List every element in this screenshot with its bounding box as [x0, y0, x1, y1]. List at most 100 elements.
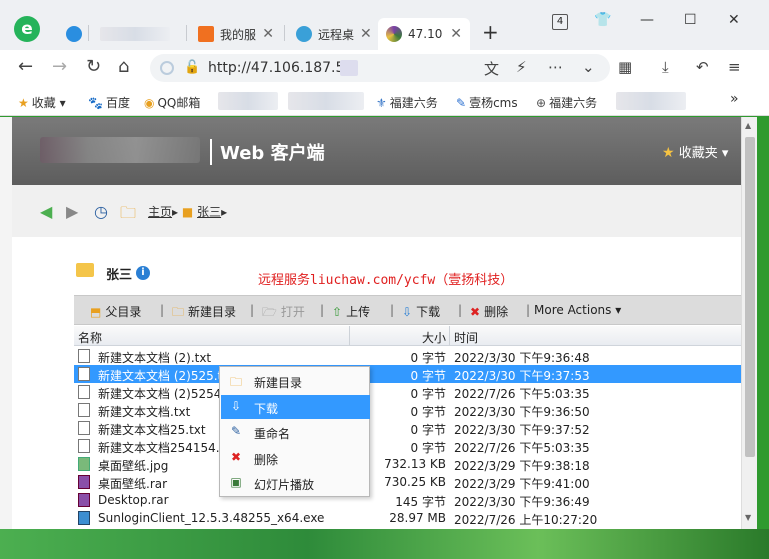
url-bar[interactable]: 🔓 http://47.106.187.5: [150, 54, 610, 82]
upload-button[interactable]: ⇧ 上传: [332, 303, 370, 320]
delete-button[interactable]: ✖ 删除: [470, 303, 508, 320]
navigation-toolbar: ◀ ▶ ◷ 🗀 主页▸ ■ 张三▸: [12, 185, 741, 237]
scroll-up-icon[interactable]: ▲: [745, 121, 751, 130]
back-button[interactable]: ←: [18, 56, 33, 77]
context-menu-item[interactable]: 🗀 新建目录: [221, 369, 370, 393]
more-actions-button[interactable]: More Actions ▾: [534, 303, 621, 317]
file-name: 桌面壁纸.jpg: [98, 459, 169, 473]
favorites-menu[interactable]: ★ 收藏夹 ▾: [662, 142, 728, 161]
close-icon[interactable]: ✕: [450, 26, 462, 42]
table-row[interactable]: 新建文本文档 (2).txt 0 字节 2022/3/30 下午9:36:48: [74, 347, 741, 365]
bookmark-favorites[interactable]: ★ 收藏 ▾: [18, 94, 66, 111]
bookmark-fujian-2[interactable]: ⊕ 福建六务: [536, 94, 597, 111]
bookmark-baidu[interactable]: 🐾 百度: [88, 94, 130, 111]
table-row[interactable]: 新建文本文档.txt 0 字节 2022/3/30 下午9:36:50: [74, 401, 741, 419]
forward-button[interactable]: →: [52, 56, 67, 77]
txt-file-icon: [78, 385, 90, 399]
table-row[interactable]: 新建文本文档254154.txt 0 字节 2022/7/26 下午5:03:35: [74, 437, 741, 455]
tab-label: 远程桌: [318, 27, 355, 42]
table-row[interactable]: 新建文本文档25.txt 0 字节 2022/3/30 下午9:37:52: [74, 419, 741, 437]
close-window-button[interactable]: ✕: [728, 12, 740, 28]
more-dots-icon[interactable]: ⋯: [548, 58, 563, 76]
context-menu: 🗀 新建目录 ⇩ 下载 ✎ 重命名 ✖ 删除 ▣ 幻灯片播放: [219, 366, 370, 497]
breadcrumb-home[interactable]: 主页: [148, 205, 172, 219]
undo-icon[interactable]: ↶: [696, 58, 709, 76]
scrollbar-thumb[interactable]: [745, 137, 755, 457]
download-button[interactable]: ⇩ 下载: [402, 303, 440, 320]
tab-label: 47.10: [408, 27, 443, 41]
bookmark-fujian-1[interactable]: ⚜ 福建六务: [376, 94, 438, 111]
txt-file-icon: [78, 403, 90, 417]
shirt-skin-icon[interactable]: 👕: [594, 12, 611, 28]
close-icon[interactable]: ✕: [262, 26, 274, 42]
file-time: 2022/3/30 下午9:36:48: [454, 351, 590, 365]
url-text[interactable]: http://47.106.187.5: [208, 60, 344, 76]
download-icon[interactable]: ⤓: [662, 58, 669, 76]
tab-my-server[interactable]: 我的服 ✕: [190, 18, 282, 50]
favorites-label: 收藏夹: [678, 146, 718, 161]
context-menu-item[interactable]: ✎ 重命名: [221, 420, 370, 444]
txt-file-icon: [78, 367, 90, 381]
file-toolbar: ⬒ 父目录 | 🗀 新建目录 | 🗁 打开 | ⇧ 上传 | ⇩ 下载 | ✖ 删除 | M…: [74, 295, 741, 325]
lightning-icon[interactable]: ⚡: [516, 58, 527, 76]
table-row[interactable]: 新建文本文档 (2)525.txt 0 字节 2022/3/30 下午9:37:53: [74, 365, 741, 383]
context-menu-item[interactable]: ⇩ 下载: [221, 394, 370, 419]
history-clock-icon[interactable]: ◷: [94, 202, 108, 221]
bookmark-icon: ✎: [456, 96, 467, 110]
bookmark-yiyang-cms[interactable]: ✎ 壹杨cms: [456, 94, 518, 111]
tab-blurred[interactable]: [92, 18, 184, 50]
insecure-lock-icon[interactable]: 🔓: [184, 60, 200, 75]
context-menu-label: 删除: [254, 452, 279, 467]
tab-active-server[interactable]: 47.10 ✕: [378, 18, 470, 50]
reload-button[interactable]: ↻: [86, 56, 101, 77]
page-scrollbar[interactable]: ▲ ▼: [741, 117, 757, 529]
minimize-button[interactable]: —: [640, 12, 654, 28]
tab-remote-desktop[interactable]: 远程桌 ✕: [288, 18, 374, 50]
bookmarks-overflow-button[interactable]: »: [730, 91, 739, 107]
translate-icon[interactable]: 文: [484, 58, 499, 79]
file-time: 2022/3/30 下午9:37:53: [454, 369, 590, 383]
delete-icon: ✖: [230, 449, 242, 464]
scroll-down-icon[interactable]: ▼: [745, 513, 751, 522]
table-row[interactable]: SunloginClient_12.5.3.48255_x64.exe 28.97…: [74, 509, 741, 527]
table-row[interactable]: 桌面壁纸.jpg 732.13 KB 2022/3/29 下午9:38:18: [74, 455, 741, 473]
star-icon: ★: [18, 96, 29, 110]
context-menu-item[interactable]: ▣ 幻灯片播放: [221, 471, 370, 495]
breadcrumb-folder[interactable]: 张三: [197, 205, 221, 219]
table-row[interactable]: Desktop.rar 145 字节 2022/3/30 下午9:36:49: [74, 491, 741, 509]
folder-refresh-icon[interactable]: 🗀: [120, 202, 136, 229]
parent-dir-button[interactable]: ⬒ 父目录: [90, 303, 141, 320]
open-button[interactable]: 🗁 打开: [262, 303, 305, 324]
browser-telegram-icon[interactable]: [58, 18, 88, 50]
maximize-button[interactable]: ☐: [684, 12, 697, 28]
new-folder-button[interactable]: 🗀 新建目录: [172, 303, 236, 324]
apps-grid-icon[interactable]: ▦: [618, 58, 632, 76]
qq-mail-icon: ◉: [144, 96, 155, 110]
home-button[interactable]: ⌂: [118, 56, 129, 77]
forward-arrow-icon[interactable]: ▶: [66, 202, 78, 221]
tab-count-badge[interactable]: 4: [552, 14, 568, 30]
column-header-time[interactable]: 时间: [454, 329, 478, 346]
chevron-down-icon[interactable]: ⌄: [582, 58, 595, 76]
column-header-name[interactable]: 名称: [78, 329, 102, 346]
file-name: 新建文本文档25.txt: [98, 423, 206, 437]
button-label: 下载: [416, 305, 441, 319]
back-arrow-icon[interactable]: ◀: [40, 202, 52, 221]
context-menu-label: 幻灯片播放: [254, 478, 315, 492]
menu-icon[interactable]: ≡: [728, 58, 741, 76]
shield-icon: [160, 61, 174, 75]
table-row[interactable]: 桌面壁纸.rar 730.25 KB 2022/3/29 下午9:41:00: [74, 473, 741, 491]
file-name: 新建文本文档 (2).txt: [98, 351, 212, 365]
table-row[interactable]: 新建文本文档 (2)52545.txt 0 字节 2022/7/26 下午5:03:…: [74, 383, 741, 401]
context-menu-item[interactable]: ✖ 删除: [221, 446, 370, 470]
close-icon[interactable]: ✕: [360, 26, 372, 42]
column-header-size[interactable]: 大小: [422, 329, 446, 346]
bookmark-label: 收藏: [31, 96, 56, 110]
context-menu-label: 下载: [254, 401, 279, 416]
browser-logo-icon[interactable]: e: [14, 16, 40, 42]
browser-tab-bar: e 我的服 ✕ 远程桌 ✕ 47.10 ✕ + 4 👕 — ☐ ✕: [0, 0, 769, 50]
info-icon[interactable]: i: [136, 266, 150, 280]
new-tab-button[interactable]: +: [482, 20, 499, 44]
img-file-icon: [78, 457, 90, 471]
bookmark-qq-mail[interactable]: ◉ QQ邮箱: [144, 94, 200, 111]
